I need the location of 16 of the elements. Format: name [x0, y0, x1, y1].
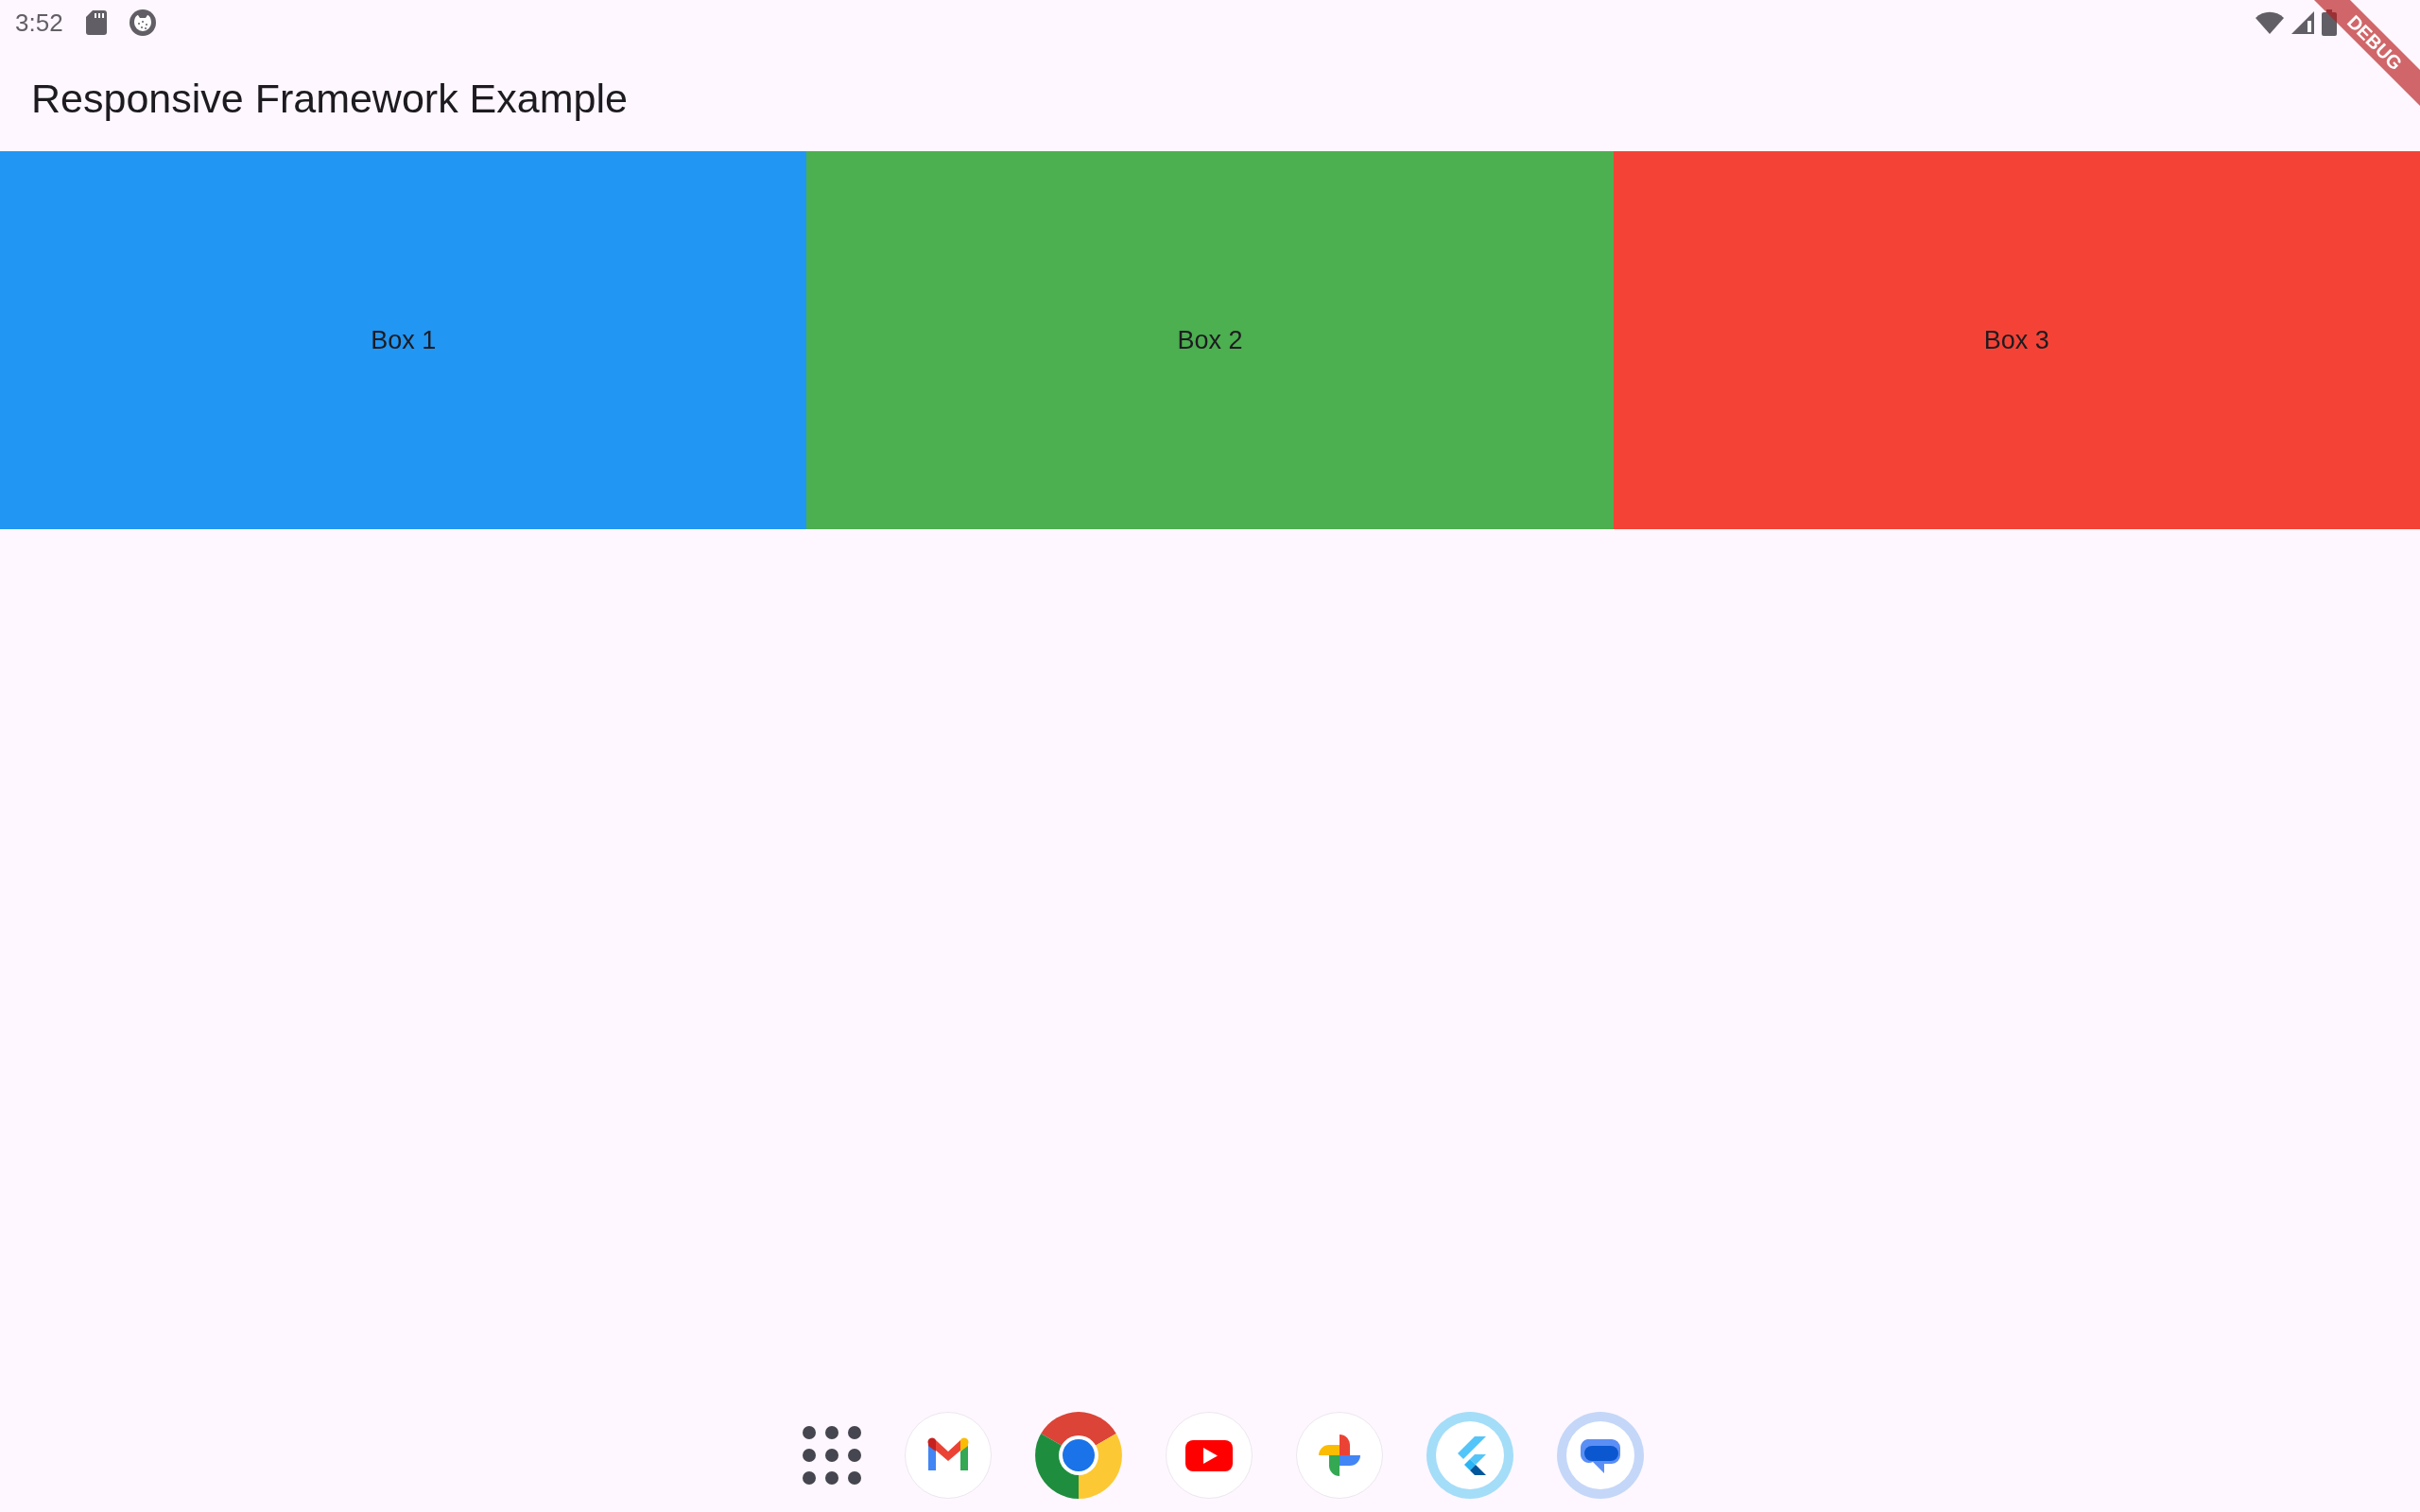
play-button-icon[interactable] — [1165, 1412, 1253, 1499]
signal-icon — [2291, 11, 2314, 34]
box-label: Box 2 — [1177, 327, 1243, 353]
app-grid-icon[interactable] — [802, 1426, 861, 1485]
chat-bubble-icon[interactable] — [1556, 1412, 1644, 1499]
app-bar-title: Responsive Framework Example — [31, 77, 628, 119]
browser-icon[interactable] — [1034, 1412, 1122, 1499]
wifi-icon — [2256, 11, 2284, 34]
dotted-circle-icon — [129, 9, 156, 36]
box-label: Box 3 — [1983, 327, 2049, 353]
status-time: 3:52 — [15, 10, 63, 35]
battery-icon — [2322, 9, 2337, 36]
box-label: Box 1 — [371, 327, 437, 353]
sd-card-icon — [85, 10, 107, 35]
pinwheel-icon[interactable] — [1295, 1412, 1383, 1499]
mail-icon[interactable] — [904, 1412, 992, 1499]
